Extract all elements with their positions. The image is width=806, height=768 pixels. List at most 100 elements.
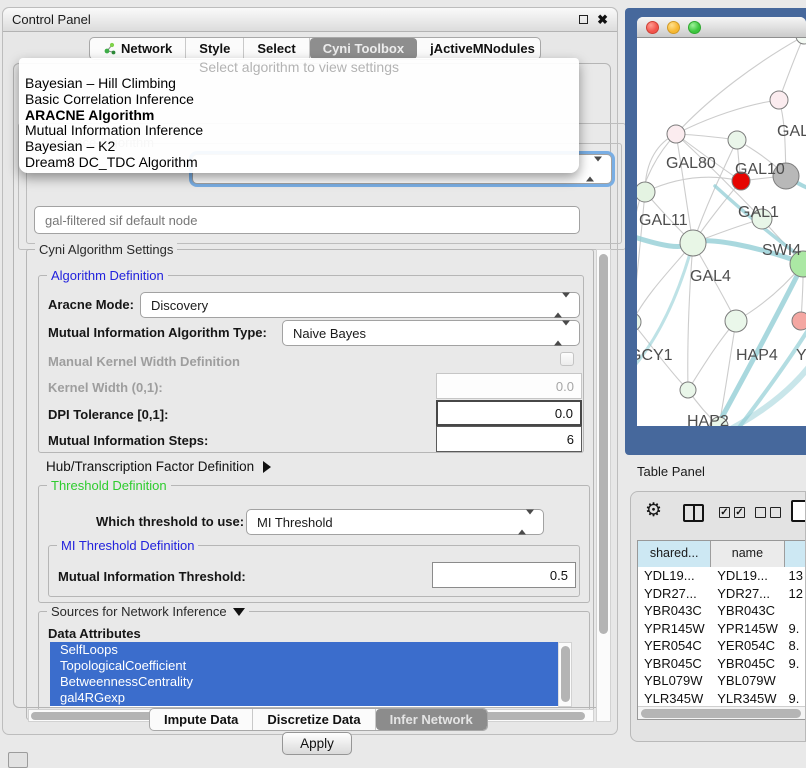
tab-style[interactable]: Style	[186, 38, 244, 59]
tab-label: Select	[257, 41, 295, 56]
sources-title-row[interactable]: Sources for Network Inference	[47, 604, 249, 619]
table-row[interactable]: YDR27...YDR27...12	[638, 585, 806, 603]
table-cell: YPR145W	[711, 620, 784, 638]
column-header[interactable]: A	[785, 541, 806, 567]
manual-kernel-label: Manual Kernel Width Definition	[48, 354, 240, 369]
node-label: SWI4	[762, 242, 801, 259]
algorithm-option[interactable]: Bayesian – K2	[19, 139, 579, 155]
tab-cyni-toolbox[interactable]: Cyni Toolbox	[310, 38, 417, 59]
export-table-icon[interactable]	[791, 500, 806, 522]
attr-list-scrollbar[interactable]	[558, 642, 572, 707]
table-cell: 12	[785, 585, 806, 603]
algorithm-option[interactable]: Mutual Information Inference	[19, 123, 579, 139]
deselect-all-checks-icon[interactable]	[755, 507, 781, 518]
algorithm-option[interactable]: Basic Correlation Inference	[19, 92, 579, 108]
network-node-gcy1[interactable]	[637, 313, 641, 331]
algorithm-option[interactable]: Dream8 DC_TDC Algorithm	[19, 155, 579, 171]
network-node-gal10[interactable]	[728, 131, 746, 149]
network-table-combo[interactable]: gal-filtered sif default node	[34, 206, 580, 234]
table-row[interactable]: YBL079WYBL079W	[638, 672, 806, 690]
float-window-icon[interactable]	[579, 15, 588, 24]
combo-arrows-icon	[554, 298, 570, 313]
attr-list-scrollbar-thumb[interactable]	[561, 646, 570, 702]
algorithm-option[interactable]: Bayesian – Hill Climbing	[19, 76, 579, 92]
node-label: HAP4	[736, 347, 778, 364]
table-cell: YER054C	[711, 637, 784, 655]
table-row[interactable]: YER054CYER054C8.	[638, 637, 806, 655]
mi-steps-label: Mutual Information Steps:	[48, 433, 208, 448]
network-canvas[interactable]: GALGAL80GAL10GAL1GAL11SWI4GAL4GCY1HAP4YH…	[637, 38, 806, 426]
table-row[interactable]: YLR345WYLR345W9.	[638, 690, 806, 708]
expand-right-icon	[263, 461, 271, 473]
table-cell: YDR27...	[638, 585, 711, 603]
network-window[interactable]: GALGAL80GAL10GAL1GAL11SWI4GAL4GCY1HAP4YH…	[637, 17, 806, 426]
attribute-list-item[interactable]: TopologicalCoefficient	[50, 658, 558, 674]
column-header[interactable]: name	[711, 541, 784, 567]
table-hscrollbar[interactable]	[638, 706, 806, 719]
network-graph: GALGAL80GAL10GAL1GAL11SWI4GAL4GCY1HAP4YH…	[637, 38, 806, 426]
bottom-tab-infer-network[interactable]: Infer Network	[376, 709, 487, 730]
combo-arrows-icon	[586, 162, 602, 177]
mi-type-combo[interactable]: Naive Bayes	[282, 320, 580, 346]
gear-icon[interactable]: ⚙	[645, 499, 662, 522]
attribute-list-item[interactable]: SelfLoops	[50, 642, 558, 658]
settings-scrollbar-thumb[interactable]	[599, 254, 608, 634]
tab-select[interactable]: Select	[244, 38, 309, 59]
data-attributes-list[interactable]: SelfLoopsTopologicalCoefficientBetweenne…	[50, 642, 572, 707]
network-node-gal11[interactable]	[637, 182, 655, 202]
table-row[interactable]: YBR045CYBR045C9.	[638, 655, 806, 673]
table-cell: YLR345W	[638, 690, 711, 708]
table-cell: YBL079W	[711, 672, 784, 690]
mi-type-value: Naive Bayes	[293, 326, 366, 341]
mi-threshold-field[interactable]: 0.5	[432, 562, 576, 588]
algorithm-popup-items: Bayesian – Hill ClimbingBasic Correlatio…	[19, 76, 579, 171]
network-node[interactable]	[796, 38, 806, 44]
network-node-gal[interactable]	[770, 91, 788, 109]
attribute-list-item[interactable]: gal4RGexp	[50, 690, 558, 706]
table-hscrollbar-thumb[interactable]	[641, 709, 801, 718]
table-panel-toolbar: ⚙ ✓ ✓	[631, 497, 805, 535]
which-threshold-label: Which threshold to use:	[96, 514, 244, 529]
hub-definition-expander[interactable]: Hub/Transcription Factor Definition	[46, 459, 271, 474]
manual-kernel-checkbox[interactable]	[560, 352, 574, 366]
bottom-tab-discretize-data[interactable]: Discretize Data	[253, 709, 375, 730]
attribute-list-item[interactable]: BetweennessCentrality	[50, 674, 558, 690]
data-attributes-label: Data Attributes	[48, 626, 141, 641]
which-threshold-value: MI Threshold	[257, 515, 333, 530]
network-node-y[interactable]	[792, 312, 806, 330]
mi-steps-field[interactable]: 6	[436, 426, 582, 452]
aracne-mode-combo[interactable]: Discovery	[140, 292, 580, 318]
collapsed-panel-icon[interactable]	[8, 752, 28, 768]
cyni-bottom-tabbar: Impute DataDiscretize DataInfer Network	[149, 708, 488, 731]
kernel-width-field[interactable]: 0.0	[436, 373, 582, 399]
network-node-gal4[interactable]	[680, 230, 706, 256]
apply-button-label: Apply	[300, 736, 334, 751]
tab-network[interactable]: Network	[90, 38, 186, 59]
settings-scrollbar[interactable]	[596, 249, 611, 722]
network-node-gal80[interactable]	[667, 125, 685, 143]
table-cell	[785, 672, 806, 690]
table-row[interactable]: YDL19...YDL19...13	[638, 567, 806, 585]
table-row[interactable]: YPR145WYPR145W9.	[638, 620, 806, 638]
table-cell: 9.	[785, 655, 806, 673]
control-panel-title: Control Panel	[12, 12, 91, 27]
algorithm-option[interactable]: ARACNE Algorithm	[19, 108, 579, 124]
close-traffic-icon[interactable]	[646, 21, 659, 34]
select-all-checks-icon[interactable]: ✓ ✓	[719, 507, 745, 518]
tab-jactivemnodules[interactable]: jActiveMNodules	[417, 38, 541, 59]
columns-icon[interactable]	[683, 504, 704, 522]
column-header[interactable]: shared...	[638, 541, 711, 567]
zoom-traffic-icon[interactable]	[688, 21, 701, 34]
node-label: GAL10	[735, 161, 785, 178]
network-node-hap4[interactable]	[725, 310, 747, 332]
dpi-tolerance-field[interactable]: 0.0	[436, 400, 582, 426]
network-node-hap2[interactable]	[680, 382, 696, 398]
table-row[interactable]: YBR043CYBR043C	[638, 602, 806, 620]
network-table-combo-value: gal-filtered sif default node	[45, 213, 197, 228]
bottom-tab-impute-data[interactable]: Impute Data	[150, 709, 253, 730]
which-threshold-combo[interactable]: MI Threshold	[246, 509, 544, 535]
apply-button[interactable]: Apply	[282, 732, 352, 755]
close-icon[interactable]: ✖	[597, 13, 608, 26]
minimize-traffic-icon[interactable]	[667, 21, 680, 34]
table-cell: YPR145W	[638, 620, 711, 638]
